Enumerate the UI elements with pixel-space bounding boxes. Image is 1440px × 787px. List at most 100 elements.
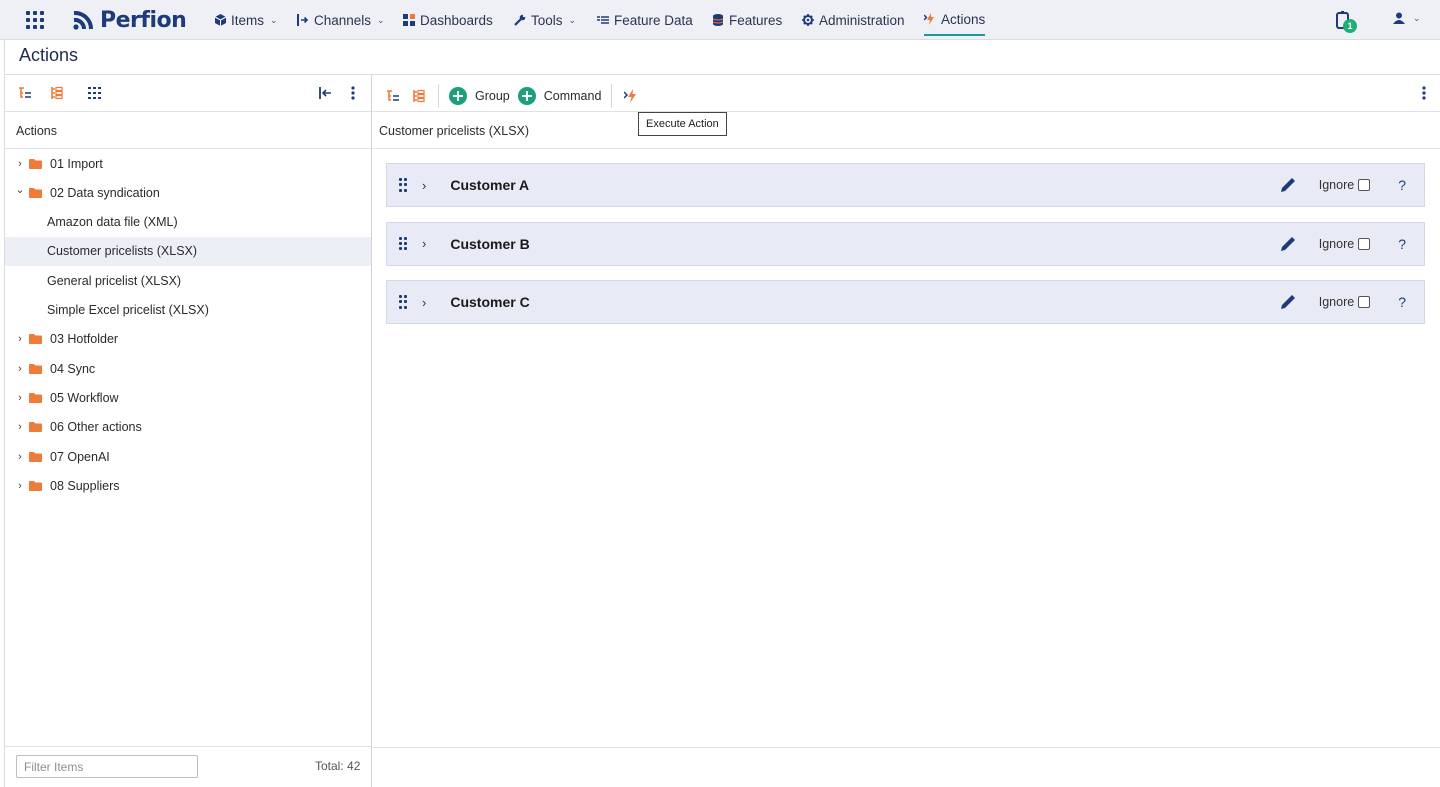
- tree-folder-row[interactable]: › 05 Workflow: [5, 383, 371, 412]
- tree-row-label: 04 Sync: [50, 361, 96, 376]
- folder-icon: [29, 363, 42, 374]
- divider: [372, 148, 1440, 149]
- nav-channels[interactable]: Channels ⌄: [297, 0, 385, 40]
- tree-action-row[interactable]: Customer pricelists (XLSX): [5, 236, 371, 266]
- folder-icon: [29, 451, 42, 462]
- nav-administration[interactable]: Administration: [802, 0, 905, 40]
- command-group-card[interactable]: › Customer A Ignore?: [386, 163, 1425, 207]
- tree-action-row[interactable]: General pricelist (XLSX): [5, 266, 371, 295]
- collapse-tree-icon[interactable]: [410, 87, 428, 105]
- execute-action-icon[interactable]: [620, 85, 642, 107]
- chevron-down-icon: ⌄: [270, 14, 278, 25]
- chevron-down-icon[interactable]: ⌄: [14, 183, 26, 196]
- nav-items[interactable]: Items ⌄: [214, 0, 278, 40]
- grid-view-icon[interactable]: [86, 84, 104, 102]
- chevron-right-icon[interactable]: ›: [422, 178, 426, 193]
- chevron-right-icon[interactable]: ›: [422, 295, 426, 310]
- tree-row-label: General pricelist (XLSX): [47, 273, 182, 288]
- expand-tree-icon[interactable]: [16, 84, 34, 102]
- more-options-icon[interactable]: [1415, 84, 1433, 102]
- chevron-right-icon[interactable]: ›: [14, 451, 26, 463]
- user-menu[interactable]: ⌄: [1393, 12, 1421, 24]
- chevron-right-icon[interactable]: ›: [14, 363, 26, 375]
- action-toolbar-right: [1415, 84, 1433, 102]
- chevron-down-icon: ⌄: [1413, 12, 1421, 23]
- collapse-panel-icon[interactable]: [316, 84, 334, 102]
- tree-folder-row[interactable]: ⌄ 02 Data syndication: [5, 178, 371, 207]
- chevron-right-icon[interactable]: ›: [14, 333, 26, 345]
- nav-features[interactable]: Features: [712, 0, 782, 40]
- more-options-icon[interactable]: [344, 84, 362, 102]
- group-name: Customer C: [450, 294, 530, 310]
- perfion-logo[interactable]: Perfion: [71, 6, 187, 34]
- group-name: Customer B: [450, 235, 530, 252]
- help-icon[interactable]: ?: [1398, 294, 1406, 310]
- nav-actions[interactable]: Actions: [924, 4, 986, 36]
- breadcrumb: Customer pricelists (XLSX): [379, 124, 530, 138]
- channels-icon: [297, 14, 309, 26]
- tree-row-label: Amazon data file (XML): [47, 215, 178, 230]
- ignore-checkbox[interactable]: [1358, 296, 1371, 308]
- ignore-checkbox[interactable]: [1358, 179, 1371, 191]
- chevron-right-icon[interactable]: ›: [422, 236, 426, 251]
- help-icon[interactable]: ?: [1398, 177, 1406, 193]
- chevron-right-icon[interactable]: ›: [14, 158, 26, 170]
- folder-icon: [29, 158, 42, 169]
- nav-dashboards[interactable]: Dashboards: [403, 0, 493, 40]
- add-command-button[interactable]: Command: [517, 87, 601, 105]
- chevron-right-icon[interactable]: ›: [14, 392, 26, 404]
- add-group-button[interactable]: Group: [449, 87, 510, 105]
- drag-handle-icon[interactable]: [399, 295, 407, 309]
- plus-circle-icon: [517, 87, 536, 105]
- tree-action-row[interactable]: Simple Excel pricelist (XLSX): [5, 296, 371, 325]
- chevron-down-icon: ⌄: [568, 14, 577, 25]
- total-count: Total: 42: [315, 759, 361, 773]
- notification-count-badge: 1: [1343, 19, 1357, 33]
- chevron-right-icon[interactable]: ›: [14, 480, 26, 492]
- edit-pencil-icon[interactable]: [1279, 176, 1297, 194]
- filter-items-input[interactable]: [16, 755, 198, 778]
- tree-toolbar-right: [316, 84, 362, 102]
- chevron-right-icon[interactable]: ›: [14, 421, 26, 433]
- tree-action-row[interactable]: Amazon data file (XML): [5, 208, 371, 237]
- collapse-tree-icon[interactable]: [48, 84, 66, 102]
- ignore-checkbox[interactable]: [1358, 237, 1371, 250]
- drag-handle-icon[interactable]: [399, 178, 407, 192]
- page-title: Actions: [19, 45, 79, 65]
- nav-tools-label: Tools: [531, 12, 563, 28]
- tree-folder-row[interactable]: › 06 Other actions: [5, 413, 371, 442]
- nav-tools[interactable]: Tools ⌄: [514, 0, 576, 40]
- tree-row-label: Customer pricelists (XLSX): [47, 244, 198, 259]
- panel-divider[interactable]: [371, 75, 372, 787]
- action-toolbar: Group Command: [384, 84, 642, 108]
- command-group-card[interactable]: › Customer B Ignore?: [386, 221, 1425, 266]
- brand-name: Perfion: [100, 7, 187, 33]
- nav-items-label: Items: [231, 12, 265, 28]
- folder-icon: [29, 480, 42, 491]
- tree-header: Actions: [16, 124, 57, 138]
- drag-handle-icon[interactable]: [399, 236, 407, 251]
- tree-row-label: 03 Hotfolder: [50, 332, 119, 347]
- group-name: Customer A: [450, 177, 530, 193]
- list-icon: [597, 14, 609, 26]
- tree-folder-row[interactable]: › 03 Hotfolder: [5, 325, 371, 354]
- command-group-card[interactable]: › Customer C Ignore?: [386, 280, 1425, 324]
- tree-folder-row[interactable]: › 08 Suppliers: [5, 471, 371, 500]
- edit-pencil-icon[interactable]: [1279, 235, 1297, 253]
- database-icon: [712, 14, 724, 26]
- expand-tree-icon[interactable]: [384, 87, 402, 105]
- nav-feature-data[interactable]: Feature Data: [597, 0, 693, 40]
- perfion-logo-icon: [73, 11, 94, 30]
- tree-folder-row[interactable]: › 04 Sync: [5, 354, 371, 383]
- edit-pencil-icon[interactable]: [1279, 293, 1297, 311]
- tree-row-label: 05 Workflow: [50, 390, 119, 405]
- tree-folder-row[interactable]: › 07 OpenAI: [5, 442, 371, 471]
- nav-administration-label: Administration: [819, 12, 905, 28]
- top-navigation-bar: Perfion Items ⌄ Channels ⌄ Dashboards To…: [0, 0, 1440, 40]
- group-actions: Ignore?: [1279, 223, 1424, 265]
- tree-folder-row[interactable]: › 01 Import: [5, 149, 371, 178]
- help-icon[interactable]: ?: [1398, 236, 1406, 252]
- tree-row-label: 02 Data syndication: [50, 185, 160, 200]
- ignore-label: Ignore: [1318, 178, 1355, 192]
- app-launcher-icon[interactable]: [26, 11, 46, 29]
